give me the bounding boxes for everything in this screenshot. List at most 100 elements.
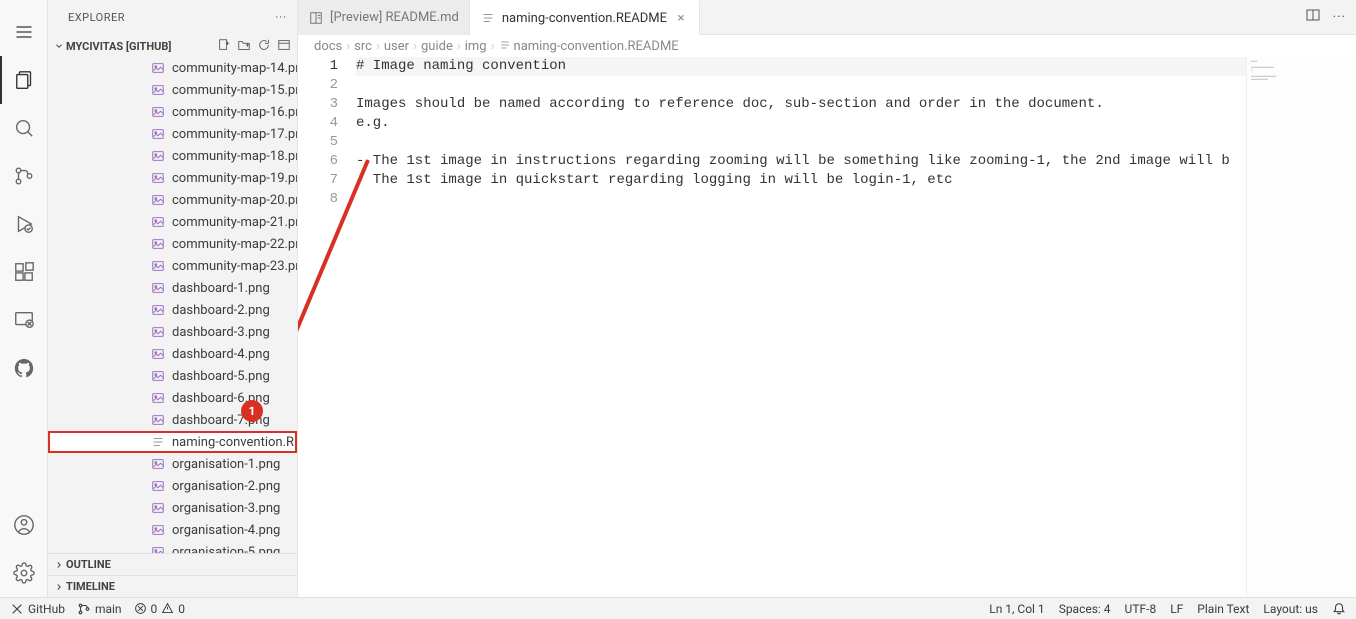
file-item[interactable]: community-map-16.png <box>48 101 297 123</box>
preview-icon <box>308 10 324 26</box>
line-number: 7 <box>298 171 338 190</box>
file-name: organisation-3.png <box>172 501 280 516</box>
file-item[interactable]: community-map-15.png <box>48 79 297 101</box>
split-editor-icon[interactable] <box>1305 7 1321 27</box>
file-item[interactable]: community-map-23.png <box>48 255 297 277</box>
accounts-icon[interactable] <box>0 501 48 549</box>
new-file-icon[interactable] <box>215 38 233 55</box>
file-item[interactable]: dashboard-1.png <box>48 277 297 299</box>
image-icon <box>150 478 166 494</box>
image-icon <box>150 346 166 362</box>
breadcrumbs[interactable]: docs›src›user›guide›img›naming-conventio… <box>298 35 1356 57</box>
image-icon <box>150 236 166 252</box>
close-icon[interactable]: × <box>673 11 689 26</box>
file-tree[interactable]: community-map-14.pngcommunity-map-15.png… <box>48 57 297 553</box>
status-cursor[interactable]: Ln 1, Col 1 <box>989 602 1044 616</box>
line-number: 5 <box>298 133 338 152</box>
file-name: community-map-21.png <box>172 215 297 230</box>
breadcrumb-item[interactable]: naming-convention.README <box>499 39 679 54</box>
status-layout[interactable]: Layout: us <box>1263 602 1318 616</box>
status-problems[interactable]: 0 0 <box>134 602 186 616</box>
file-item[interactable]: community-map-20.png <box>48 189 297 211</box>
file-name: naming-convention.README <box>172 435 297 450</box>
new-folder-icon[interactable] <box>235 38 253 55</box>
extensions-icon[interactable] <box>0 248 48 296</box>
breadcrumb-item[interactable]: guide <box>421 39 453 54</box>
image-icon <box>150 82 166 98</box>
file-item[interactable]: community-map-14.png <box>48 57 297 79</box>
status-language[interactable]: Plain Text <box>1197 602 1249 616</box>
file-item[interactable]: dashboard-4.png <box>48 343 297 365</box>
file-name: community-map-19.png <box>172 171 297 186</box>
chevron-right-icon: › <box>376 39 380 54</box>
file-item[interactable]: dashboard-2.png <box>48 299 297 321</box>
collapse-icon[interactable] <box>275 38 293 55</box>
explorer-icon[interactable] <box>0 56 48 104</box>
editor-area: [Preview] README.md naming-convention.RE… <box>298 0 1356 597</box>
file-item[interactable]: community-map-22.png <box>48 233 297 255</box>
project-header[interactable]: MYCIVITAS [GITHUB] <box>48 35 297 57</box>
file-item[interactable]: community-map-18.png <box>48 145 297 167</box>
image-icon <box>150 280 166 296</box>
status-notifications-icon[interactable] <box>1332 602 1346 616</box>
line-number: 3 <box>298 95 338 114</box>
status-encoding[interactable]: UTF-8 <box>1125 602 1157 616</box>
editor-body[interactable]: 12345678 # Image naming convention Image… <box>298 57 1356 597</box>
breadcrumb-item[interactable]: src <box>354 39 372 54</box>
github-activity-icon[interactable] <box>0 344 48 392</box>
file-item[interactable]: dashboard-5.png <box>48 365 297 387</box>
file-item[interactable]: community-map-19.png <box>48 167 297 189</box>
file-item[interactable]: organisation-1.png <box>48 453 297 475</box>
more-actions-icon[interactable]: ··· <box>1333 10 1346 25</box>
more-icon[interactable]: ··· <box>275 11 287 24</box>
timeline-panel[interactable]: TIMELINE <box>48 575 297 597</box>
breadcrumb-item[interactable]: docs <box>314 39 342 54</box>
breadcrumb-item[interactable]: img <box>465 39 487 54</box>
file-item[interactable]: dashboard-7.png <box>48 409 297 431</box>
file-item[interactable]: community-map-21.png <box>48 211 297 233</box>
file-name: dashboard-4.png <box>172 347 270 362</box>
file-name: dashboard-3.png <box>172 325 270 340</box>
file-item[interactable]: naming-convention.README <box>48 431 297 453</box>
image-icon <box>150 170 166 186</box>
line-number: 4 <box>298 114 338 133</box>
run-debug-icon[interactable] <box>0 200 48 248</box>
search-icon[interactable] <box>0 104 48 152</box>
outline-panel[interactable]: OUTLINE <box>48 553 297 575</box>
tab-preview-readme[interactable]: [Preview] README.md <box>298 0 470 35</box>
tab-naming-convention[interactable]: naming-convention.README × <box>470 0 700 35</box>
file-item[interactable]: organisation-4.png <box>48 519 297 541</box>
code-line <box>356 190 1246 209</box>
tab-label: naming-convention.README <box>502 11 667 26</box>
image-icon <box>150 324 166 340</box>
status-eol[interactable]: LF <box>1170 602 1183 616</box>
menu-icon[interactable] <box>0 8 48 56</box>
image-icon <box>150 126 166 142</box>
tab-label: [Preview] README.md <box>330 10 459 25</box>
status-branch[interactable]: main <box>77 602 122 616</box>
file-item[interactable]: organisation-5.png <box>48 541 297 553</box>
status-indentation[interactable]: Spaces: 4 <box>1059 602 1111 616</box>
chevron-right-icon: › <box>413 39 417 54</box>
source-control-icon[interactable] <box>0 152 48 200</box>
file-item[interactable]: dashboard-3.png <box>48 321 297 343</box>
file-name: community-map-18.png <box>172 149 297 164</box>
file-item[interactable]: organisation-3.png <box>48 497 297 519</box>
code-line: e.g. <box>356 114 1246 133</box>
image-icon <box>150 456 166 472</box>
sidebar-header: EXPLORER ··· <box>48 0 297 35</box>
file-item[interactable]: community-map-17.png <box>48 123 297 145</box>
code-content[interactable]: # Image naming convention Images should … <box>356 57 1246 597</box>
line-number: 1 <box>298 57 338 76</box>
file-name: dashboard-5.png <box>172 369 270 384</box>
file-item[interactable]: organisation-2.png <box>48 475 297 497</box>
refresh-icon[interactable] <box>255 38 273 55</box>
file-name: dashboard-7.png <box>172 413 270 428</box>
minimap[interactable]: ▂▂▂▂▂ ▂▂▂▂▂▂▂▂▂▂▂▂▂▂▂▂▂▂▂▂ ▂▂▂▂▂▂▂▂▂▂▂▂▂… <box>1246 57 1356 597</box>
remote-icon[interactable] <box>0 296 48 344</box>
image-icon <box>150 522 166 538</box>
file-item[interactable]: dashboard-6.png <box>48 387 297 409</box>
breadcrumb-item[interactable]: user <box>384 39 409 54</box>
settings-icon[interactable] <box>0 549 48 597</box>
status-github[interactable]: GitHub <box>10 602 65 616</box>
